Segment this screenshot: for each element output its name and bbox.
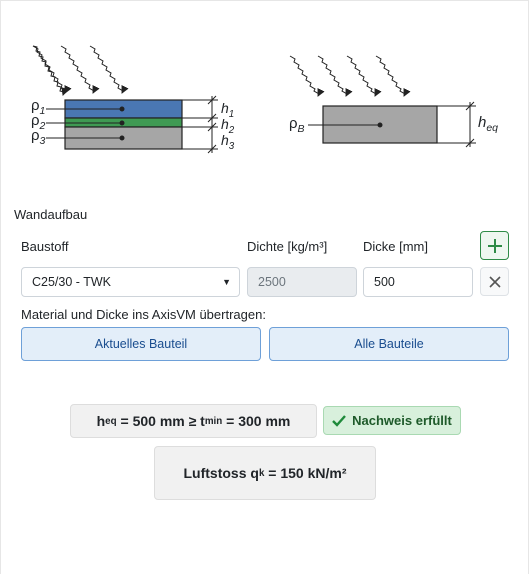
impact-arrow — [60, 45, 100, 94]
transfer-current-button[interactable]: Aktuelles Bauteil — [21, 327, 261, 361]
impact-arrow — [289, 55, 325, 97]
density-field: 2500 — [247, 267, 357, 297]
transfer-all-button[interactable]: Alle Bauteile — [269, 327, 509, 361]
density-label-3: ρ3 — [31, 127, 46, 147]
impact-arrow — [89, 45, 129, 94]
impact-arrows-left — [32, 45, 70, 96]
transfer-label: Material und Dicke ins AxisVM übertragen… — [21, 307, 266, 322]
thickness-field[interactable]: 500 — [363, 267, 473, 297]
impact-arrow — [375, 55, 411, 97]
air-blast-load-result: Luftstoss qk = 150 kN/m² — [154, 446, 376, 500]
equivalent-density-label: ρB — [289, 115, 305, 135]
dimension-lines-left — [182, 95, 218, 154]
material-select-value: C25/30 - TWK — [32, 275, 111, 289]
material-column-label: Baustoff — [21, 239, 69, 254]
impact-arrow — [317, 55, 353, 97]
chevron-down-icon: ▼ — [222, 277, 231, 287]
impact-arrow — [32, 45, 72, 94]
wall-layer-diagram — [32, 45, 476, 154]
section-title: Wandaufbau — [14, 207, 88, 222]
thickness-label-3: h3 — [221, 132, 235, 152]
thickness-column-label: Dicke [mm] — [363, 239, 428, 254]
density-column-label: Dichte [kg/m³] — [247, 239, 328, 254]
close-icon — [488, 275, 501, 288]
plus-icon — [487, 238, 502, 253]
equivalent-thickness-label: heq — [478, 114, 499, 134]
add-layer-button[interactable] — [480, 231, 509, 260]
check-passed-badge: Nachweis erfüllt — [323, 406, 461, 435]
material-select[interactable]: C25/30 - TWK ▼ — [21, 267, 240, 297]
check-icon — [332, 414, 347, 427]
equivalent-thickness-result: h eq = 500 mm ≥ t min = 300 mm — [70, 404, 317, 438]
impact-arrow — [346, 55, 382, 97]
remove-layer-button[interactable] — [480, 267, 509, 296]
